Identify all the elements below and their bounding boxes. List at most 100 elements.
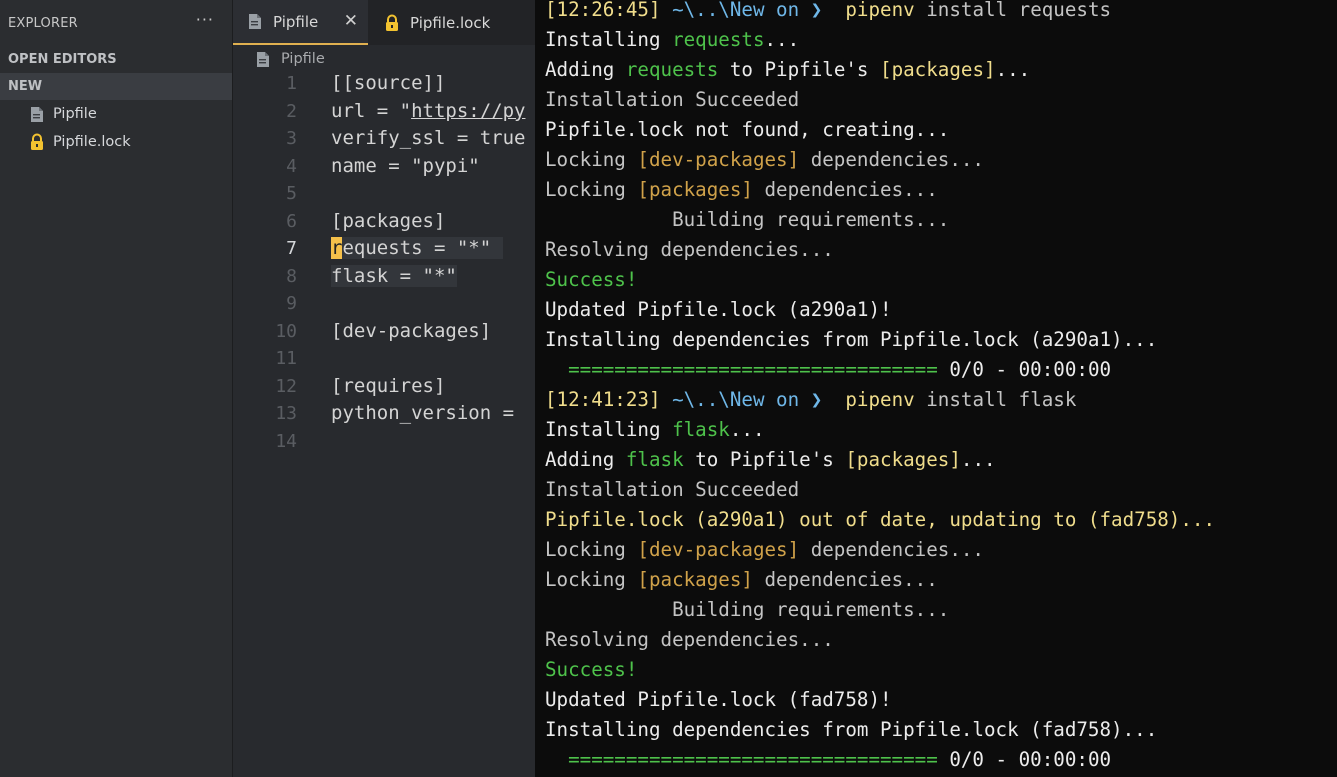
open-editors-section[interactable]: OPEN EDITORS — [0, 46, 232, 73]
code-text: url = "https://py — [331, 99, 526, 122]
terminal-text: ~\..\New on ❯ — [672, 388, 834, 411]
terminal-text: ... — [729, 418, 765, 441]
terminal-text: requests — [625, 58, 719, 81]
code-line[interactable]: 5 — [233, 180, 535, 208]
tree-item-label: Pipfile — [53, 106, 97, 122]
terminal-text: 0/0 - 00:00:00 — [937, 748, 1112, 771]
terminal-line: Locking [dev-packages] dependencies... — [545, 535, 984, 565]
line-number: 3 — [286, 128, 297, 149]
code-text: requests = "*" — [331, 235, 503, 263]
code-line[interactable]: 4 name = "pypi" — [233, 153, 535, 181]
code-text: verify_ssl = true — [331, 127, 526, 149]
code-line[interactable]: 2 url = "https://py — [233, 98, 535, 126]
code-line[interactable]: 6 [packages] — [233, 208, 535, 236]
explorer-title: EXPLORER — [8, 15, 78, 31]
terminal-text: dependencies... — [799, 148, 984, 171]
line-number: 13 — [275, 403, 297, 424]
terminal-line: Installing flask... — [545, 415, 765, 445]
code-area[interactable]: 1 [[source]] 2 url = "https://py 3 verify_ssl… — [233, 70, 535, 455]
terminal-text: Locking — [545, 148, 638, 171]
terminal-text: Adding — [545, 448, 626, 471]
breadcrumb-label[interactable]: Pipfile — [281, 51, 325, 67]
line-number: 12 — [275, 375, 297, 397]
line-number: 8 — [286, 265, 297, 287]
terminal-text: to Pipfile's — [718, 58, 881, 81]
file-icon — [255, 50, 273, 68]
terminal-line: Resolving dependencies... — [545, 235, 834, 265]
terminal-line: Installing dependencies from Pipfile.loc… — [545, 715, 1157, 745]
terminal-text: Locking — [545, 568, 638, 591]
line-number: 9 — [286, 293, 297, 314]
line-number: 7 — [286, 238, 297, 259]
editor-tabbar: Pipfile ✕ Pipfile.lock — [233, 0, 535, 45]
terminal-text: ... — [764, 28, 800, 51]
line-number: 2 — [286, 100, 297, 122]
line-number: 4 — [286, 155, 297, 177]
code-line[interactable]: 3 verify_ssl = true — [233, 125, 535, 153]
terminal-text: [packages] — [637, 178, 753, 201]
terminal-text: Installing — [545, 418, 673, 441]
code-text: [packages] — [331, 209, 446, 232]
terminal-text: to Pipfile's — [683, 448, 846, 471]
code-line[interactable]: 13 python_version = — [233, 400, 535, 428]
terminal-line: Adding requests to Pipfile's [packages].… — [545, 55, 1030, 85]
code-line[interactable]: 9 — [233, 290, 535, 318]
file-icon — [28, 105, 46, 123]
terminal-line: Installation Succeeded — [545, 85, 799, 115]
line-number: 1 — [286, 73, 297, 94]
code-url[interactable]: https://py — [411, 100, 525, 122]
terminal-line: ================================ 0/0 - 0… — [545, 745, 1111, 775]
tree-item-pipfile[interactable]: Pipfile — [0, 100, 232, 128]
terminal-line: [12:26:45] ~\..\New on ❯ pipenv install … — [545, 0, 1111, 25]
folder-section-new[interactable]: NEW — [0, 73, 232, 100]
terminal-text: Building requirements... — [545, 598, 950, 621]
terminal-text: Installation Succeeded — [545, 88, 800, 111]
terminal-text: dependencies... — [799, 538, 984, 561]
code-text: name = "pypi" — [331, 154, 480, 177]
terminal-text: dependencies... — [752, 568, 938, 591]
code-line[interactable]: 12 [requires] — [233, 373, 535, 401]
terminal-text: Resolving dependencies... — [545, 238, 834, 261]
terminal-text: install flask — [926, 388, 1077, 411]
terminal-text: [12:41:23] — [545, 388, 673, 411]
terminal-text: Updated Pipfile.lock (a290a1)! — [545, 298, 892, 321]
code-text: [dev-packages] — [331, 319, 492, 342]
terminal-line: Locking [dev-packages] dependencies... — [545, 145, 984, 175]
terminal-text: Installing dependencies from Pipfile.loc… — [545, 328, 1158, 351]
folder-label: NEW — [8, 79, 43, 94]
terminal-text: Locking — [545, 178, 638, 201]
tree-item-pipfile-lock[interactable]: Pipfile.lock — [0, 128, 232, 156]
terminal-line: Updated Pipfile.lock (a290a1)! — [545, 295, 892, 325]
terminal-text: flask — [672, 418, 730, 441]
terminal-text: Adding — [545, 58, 626, 81]
terminal-text: install requests — [926, 0, 1112, 21]
code-line[interactable]: 8 flask = "*" — [233, 263, 535, 291]
more-actions-icon[interactable]: ··· — [196, 10, 214, 29]
terminal-text: flask — [625, 448, 684, 471]
terminal-text: ... — [960, 448, 996, 471]
terminal-line: Success! — [545, 265, 637, 295]
terminal-text: Locking — [545, 538, 638, 561]
code-line[interactable]: 7 requests = "*" — [233, 235, 535, 263]
terminal-text: [dev-packages] — [637, 148, 800, 171]
close-icon[interactable]: ✕ — [344, 11, 358, 31]
terminal-text: [dev-packages] — [637, 538, 800, 561]
tab-pipfile[interactable]: Pipfile ✕ — [233, 0, 368, 45]
terminal-text: ================================ — [545, 358, 938, 381]
code-line[interactable]: 1 [[source]] — [233, 70, 535, 98]
selection-highlight: equests = "*" — [342, 237, 503, 259]
code-line[interactable]: 10 [dev-packages] — [233, 318, 535, 346]
code-line[interactable]: 14 — [233, 428, 535, 456]
terminal-text: [12:26:45] — [545, 0, 673, 21]
terminal-line: Pipfile.lock not found, creating... — [545, 115, 949, 145]
terminal-text: requests — [672, 28, 765, 51]
terminal-panel[interactable]: [12:26:45] ~\..\New on ❯ pipenv install … — [535, 0, 1337, 777]
code-line[interactable]: 11 — [233, 345, 535, 373]
tab-pipfile-lock[interactable]: Pipfile.lock — [368, 0, 490, 45]
terminal-line: ================================ 0/0 - 0… — [545, 355, 1111, 385]
breadcrumb: Pipfile — [233, 45, 535, 73]
line-number: 10 — [275, 320, 297, 342]
lock-icon — [384, 14, 402, 32]
terminal-text: Installation Succeeded — [545, 478, 800, 501]
terminal-text: 0/0 - 00:00:00 — [937, 358, 1112, 381]
